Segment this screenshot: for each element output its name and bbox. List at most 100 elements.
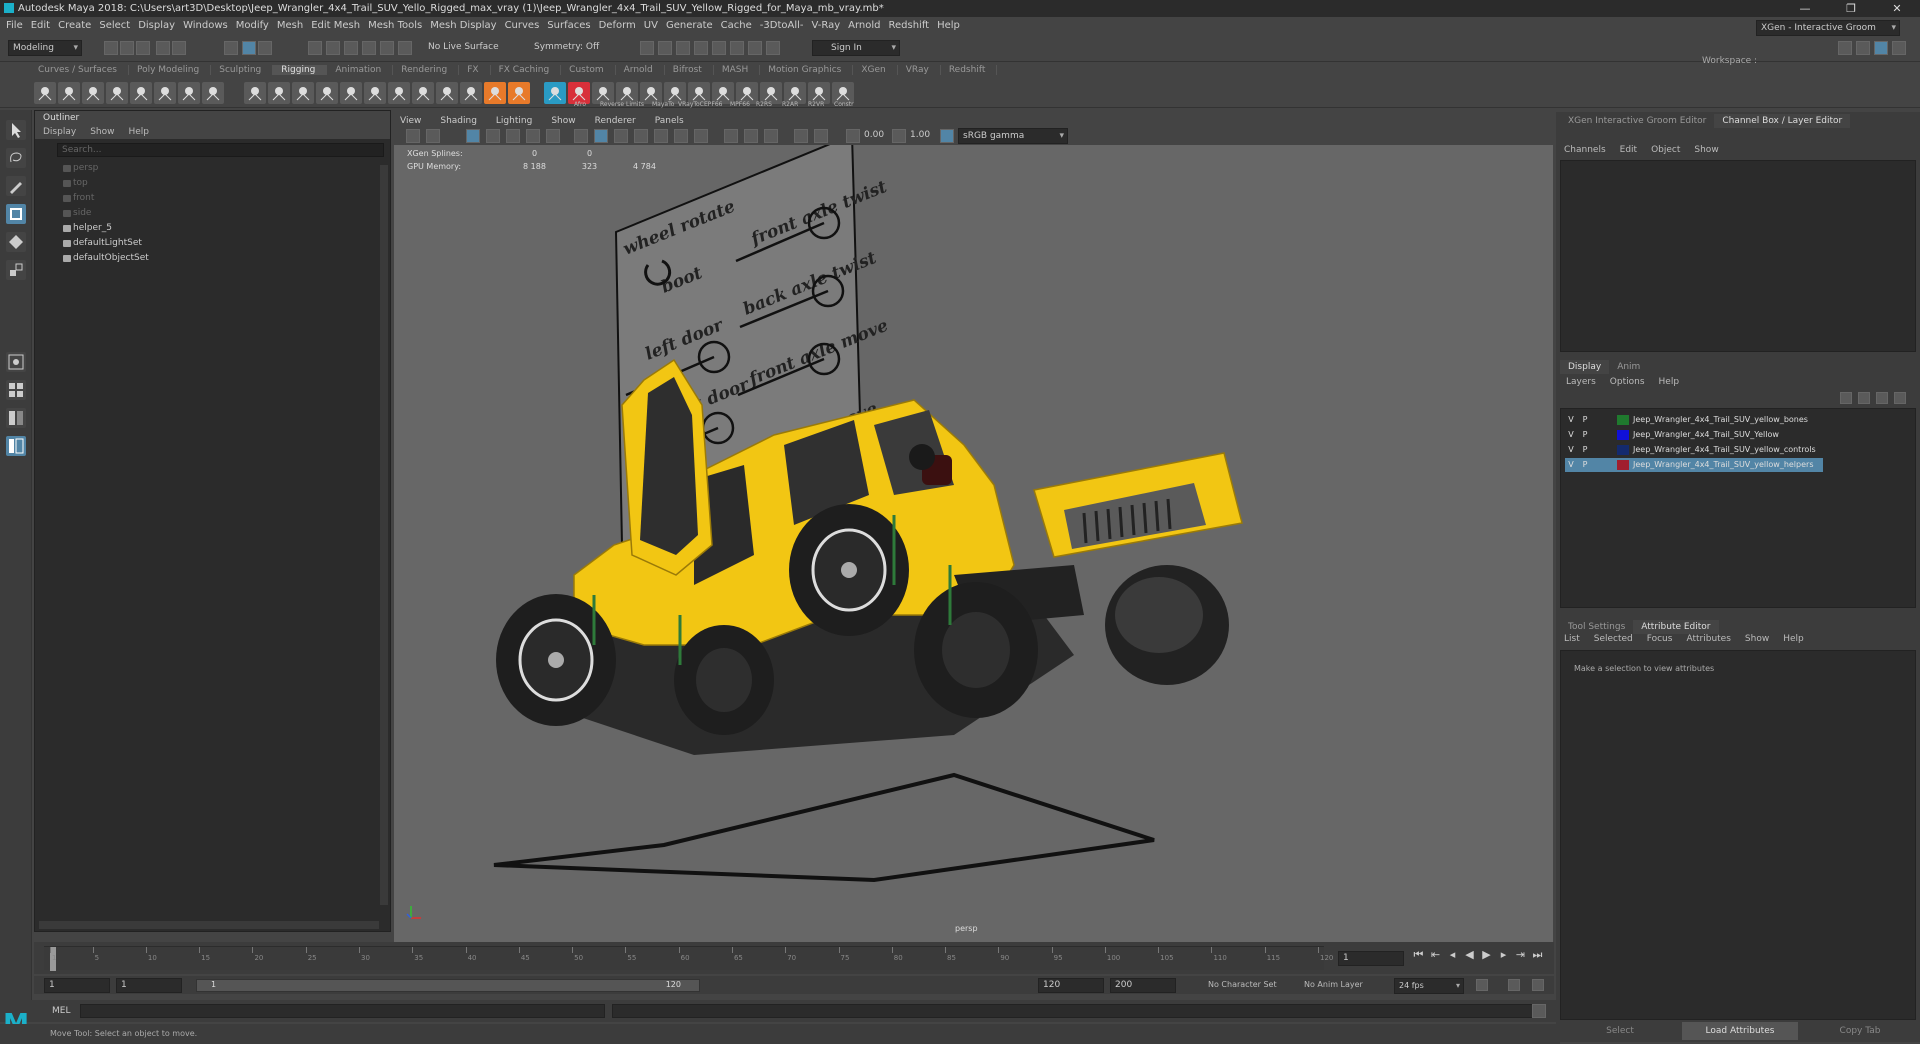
wireframe-on-shaded-icon[interactable]: [634, 129, 648, 143]
fps-dropdown[interactable]: 24 fps: [1394, 978, 1464, 994]
outliner-search-input[interactable]: Search...: [57, 143, 384, 157]
outliner-item[interactable]: defaultLightSet: [35, 236, 390, 251]
shelf-tab-rendering[interactable]: Rendering: [393, 65, 460, 75]
menu-v-ray[interactable]: V-Ray: [812, 20, 849, 31]
render-sequence-icon[interactable]: [658, 41, 672, 55]
open-scene-icon[interactable]: [120, 41, 134, 55]
load-attributes-button[interactable]: Load Attributes: [1682, 1022, 1798, 1040]
sculpt-icon[interactable]: [460, 82, 482, 104]
outliner-scrollbar[interactable]: [380, 165, 388, 905]
snap-grid-icon[interactable]: [308, 41, 322, 55]
current-frame-field[interactable]: 1: [1338, 951, 1404, 966]
toggle-tool-settings-icon[interactable]: [1892, 41, 1906, 55]
select-tool-icon[interactable]: [6, 120, 26, 140]
rotate-tool-icon[interactable]: [6, 232, 26, 252]
anim-preferences-icon[interactable]: [1532, 979, 1544, 991]
anti-aliasing-icon[interactable]: [764, 129, 778, 143]
anim-layer-menu[interactable]: No Anim Layer: [1304, 980, 1363, 989]
character-set-menu[interactable]: No Character Set: [1208, 980, 1277, 989]
shelf-tab-arnold[interactable]: Arnold: [616, 65, 665, 75]
select-component-icon[interactable]: [258, 41, 272, 55]
snap-view-icon[interactable]: [362, 41, 376, 55]
menu-show[interactable]: Show: [1745, 634, 1769, 644]
layer-visibility-toggle[interactable]: V: [1565, 458, 1577, 472]
shelf-tab-animation[interactable]: Animation: [327, 65, 394, 75]
humanik-skeleton-icon[interactable]: [154, 82, 176, 104]
step-back-key-icon[interactable]: ⇤: [1427, 948, 1444, 962]
menu-arnold[interactable]: Arnold: [848, 20, 888, 31]
play-backward-icon[interactable]: ◀: [1461, 948, 1478, 962]
menu-redshift[interactable]: Redshift: [889, 20, 938, 31]
select-button[interactable]: Select: [1562, 1022, 1678, 1040]
grid-toggle-icon[interactable]: [466, 129, 480, 143]
tab-tool-settings[interactable]: Tool Settings: [1560, 620, 1633, 634]
layer-row[interactable]: V P Jeep_Wrangler_4x4_Trail_SUV_yellow_con…: [1565, 443, 1823, 457]
snap-together-icon[interactable]: [398, 41, 412, 55]
view-transform-dropdown[interactable]: sRGB gamma: [958, 128, 1068, 144]
auto-key-icon[interactable]: [1508, 979, 1520, 991]
motion-blur-icon[interactable]: [744, 129, 758, 143]
menu-generate[interactable]: Generate: [666, 20, 721, 31]
menu-file[interactable]: File: [6, 20, 31, 31]
menu-help[interactable]: Help: [1659, 377, 1680, 387]
menu-modify[interactable]: Modify: [236, 20, 277, 31]
menu-set-dropdown[interactable]: Modeling: [8, 40, 82, 56]
bind-skin-icon[interactable]: [178, 82, 200, 104]
menu-focus[interactable]: Focus: [1647, 634, 1673, 644]
step-forward-key-icon[interactable]: ⇥: [1512, 948, 1529, 962]
close-icon[interactable]: ✕: [1874, 0, 1920, 17]
menu--3dtoall-[interactable]: -3DtoAll-: [760, 20, 812, 31]
render-settings-icon[interactable]: [694, 41, 708, 55]
move-layer-up-icon[interactable]: [1876, 392, 1888, 404]
tab-anim[interactable]: Anim: [1609, 360, 1648, 374]
film-gate-icon[interactable]: [486, 129, 500, 143]
mel-label[interactable]: MEL: [52, 1006, 70, 1016]
shelf-tab-poly-modeling[interactable]: Poly Modeling: [129, 65, 212, 75]
menu-display[interactable]: Display: [138, 20, 183, 31]
snap-surface-icon[interactable]: [380, 41, 394, 55]
menu-surfaces[interactable]: Surfaces: [547, 20, 598, 31]
outliner-layout-icon[interactable]: [6, 436, 26, 456]
play-forward-icon[interactable]: ▶: [1478, 948, 1495, 962]
wrap-icon[interactable]: [436, 82, 458, 104]
ambient-occlusion-icon[interactable]: [724, 129, 738, 143]
wireframe-icon[interactable]: [574, 129, 588, 143]
shelf-tab-rigging[interactable]: Rigging: [273, 65, 328, 75]
step-back-frame-icon[interactable]: ◂: [1444, 948, 1461, 962]
layer-playback-toggle[interactable]: P: [1579, 443, 1591, 457]
use-all-lights-icon[interactable]: [674, 129, 688, 143]
loop-icon[interactable]: [1476, 979, 1488, 991]
menu-cache[interactable]: Cache: [721, 20, 760, 31]
outliner-menu-show[interactable]: Show: [90, 125, 114, 139]
xgen-icon[interactable]: [544, 82, 566, 104]
shadows-icon[interactable]: [694, 129, 708, 143]
menu-options[interactable]: Options: [1610, 377, 1645, 387]
menu-layers[interactable]: Layers: [1566, 377, 1596, 387]
maximize-icon[interactable]: ❐: [1828, 0, 1874, 17]
layer-visibility-toggle[interactable]: V: [1565, 413, 1577, 427]
safe-action-icon[interactable]: [546, 129, 560, 143]
menu-edit-mesh[interactable]: Edit Mesh: [311, 20, 368, 31]
shelf-tab-sculpting[interactable]: Sculpting: [211, 65, 274, 75]
wire-icon[interactable]: [412, 82, 434, 104]
menu-curves[interactable]: Curves: [505, 20, 548, 31]
four-view-icon[interactable]: [6, 380, 26, 400]
copy-tab-button[interactable]: Copy Tab: [1802, 1022, 1918, 1040]
layer-visibility-toggle[interactable]: V: [1565, 443, 1577, 457]
menu-create[interactable]: Create: [58, 20, 99, 31]
outliner-item[interactable]: front: [35, 191, 390, 206]
menu-object[interactable]: Object: [1651, 145, 1680, 155]
layer-playback-toggle[interactable]: P: [1579, 458, 1591, 472]
outliner-item[interactable]: top: [35, 176, 390, 191]
layer-row[interactable]: V P Jeep_Wrangler_4x4_Trail_SUV_Yellow: [1565, 428, 1823, 442]
playback-start-field[interactable]: 1: [116, 978, 182, 993]
outliner-horizontal-scrollbar[interactable]: [39, 921, 379, 929]
menu-mesh-tools[interactable]: Mesh Tools: [368, 20, 430, 31]
layer-row[interactable]: V P Jeep_Wrangler_4x4_Trail_SUV_yellow_hel…: [1565, 458, 1823, 472]
shelf-tab-bifrost[interactable]: Bifrost: [665, 65, 714, 75]
new-scene-icon[interactable]: [104, 41, 118, 55]
shelf-tab-fx[interactable]: FX: [459, 65, 491, 75]
outliner-item[interactable]: defaultObjectSet: [35, 251, 390, 266]
sign-in-button[interactable]: Sign In: [812, 40, 900, 56]
menu-attributes[interactable]: Attributes: [1686, 634, 1730, 644]
